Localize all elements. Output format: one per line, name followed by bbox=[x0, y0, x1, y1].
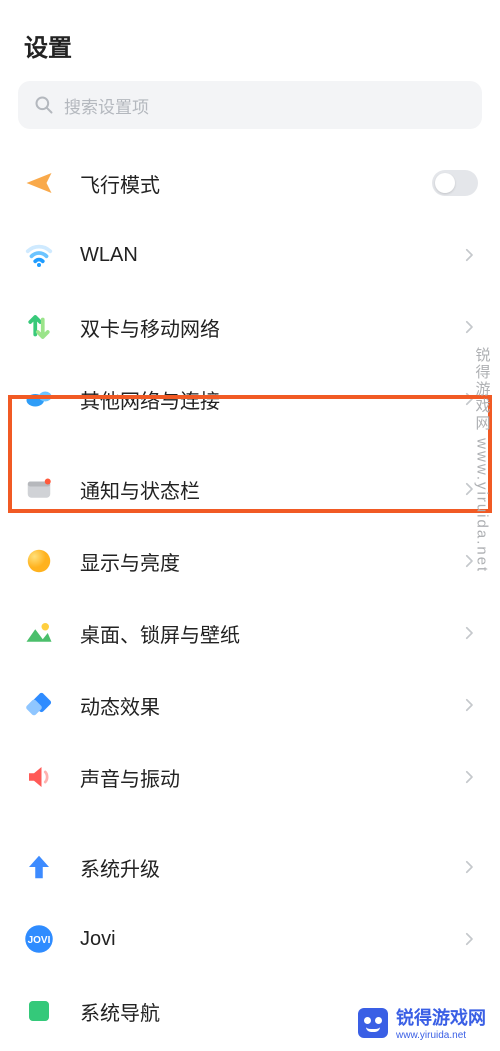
motion-icon bbox=[22, 688, 56, 722]
row-label: 显示与亮度 bbox=[80, 547, 460, 576]
notification-bar-icon bbox=[22, 472, 56, 506]
settings-list: 飞行模式 WLAN 双卡与移动网络 bbox=[0, 147, 500, 1047]
row-label: Jovi bbox=[80, 928, 460, 951]
row-label: 飞行模式 bbox=[80, 169, 432, 198]
row-notifications-statusbar[interactable]: 通知与状态栏 bbox=[0, 453, 500, 525]
row-sound-vibration[interactable]: 声音与振动 bbox=[0, 741, 500, 813]
row-label: WLAN bbox=[80, 244, 460, 267]
search-icon bbox=[34, 95, 54, 115]
search-placeholder: 搜索设置项 bbox=[64, 93, 149, 118]
chevron-right-icon bbox=[460, 768, 478, 786]
row-other-connections[interactable]: 其他网络与连接 bbox=[0, 363, 500, 435]
upgrade-arrow-icon bbox=[22, 850, 56, 884]
jovi-icon: JOVI bbox=[22, 922, 56, 956]
row-system-update[interactable]: 系统升级 bbox=[0, 831, 500, 903]
row-label: 系统升级 bbox=[80, 853, 460, 882]
speaker-icon bbox=[22, 760, 56, 794]
cloud-link-icon bbox=[22, 382, 56, 416]
row-label: 其他网络与连接 bbox=[80, 385, 460, 414]
airplane-toggle[interactable] bbox=[432, 170, 478, 196]
row-airplane-mode[interactable]: 飞行模式 bbox=[0, 147, 500, 219]
wifi-icon bbox=[22, 238, 56, 272]
row-wlan[interactable]: WLAN bbox=[0, 219, 500, 291]
chevron-right-icon bbox=[460, 696, 478, 714]
sun-icon bbox=[22, 544, 56, 578]
page-title: 设置 bbox=[0, 0, 500, 81]
chevron-right-icon bbox=[460, 246, 478, 264]
row-label: 动态效果 bbox=[80, 691, 460, 720]
row-label: 声音与振动 bbox=[80, 763, 460, 792]
row-label: 通知与状态栏 bbox=[80, 475, 460, 504]
search-input[interactable]: 搜索设置项 bbox=[18, 81, 482, 129]
row-home-lock-wallpaper[interactable]: 桌面、锁屏与壁纸 bbox=[0, 597, 500, 669]
chevron-right-icon bbox=[460, 624, 478, 642]
row-label: 双卡与移动网络 bbox=[80, 313, 460, 342]
row-dual-sim[interactable]: 双卡与移动网络 bbox=[0, 291, 500, 363]
row-label: 桌面、锁屏与壁纸 bbox=[80, 619, 460, 648]
row-motion-effects[interactable]: 动态效果 bbox=[0, 669, 500, 741]
airplane-icon bbox=[22, 166, 56, 200]
navigation-icon bbox=[22, 994, 56, 1028]
source-banner: 锐得游戏网 www.yiruida.net bbox=[350, 1000, 494, 1045]
watermark-text: 锐得游戏网 www.yiruida.net bbox=[464, 300, 500, 620]
row-display-brightness[interactable]: 显示与亮度 bbox=[0, 525, 500, 597]
row-jovi[interactable]: JOVI Jovi bbox=[0, 903, 500, 975]
svg-text:JOVI: JOVI bbox=[28, 935, 51, 946]
chevron-right-icon bbox=[460, 930, 478, 948]
banner-url: www.yiruida.net bbox=[396, 1030, 486, 1041]
sim-arrows-icon bbox=[22, 310, 56, 344]
banner-title: 锐得游戏网 bbox=[396, 1004, 486, 1030]
chevron-right-icon bbox=[460, 858, 478, 876]
wallpaper-icon bbox=[22, 616, 56, 650]
banner-logo-icon bbox=[358, 1008, 388, 1038]
